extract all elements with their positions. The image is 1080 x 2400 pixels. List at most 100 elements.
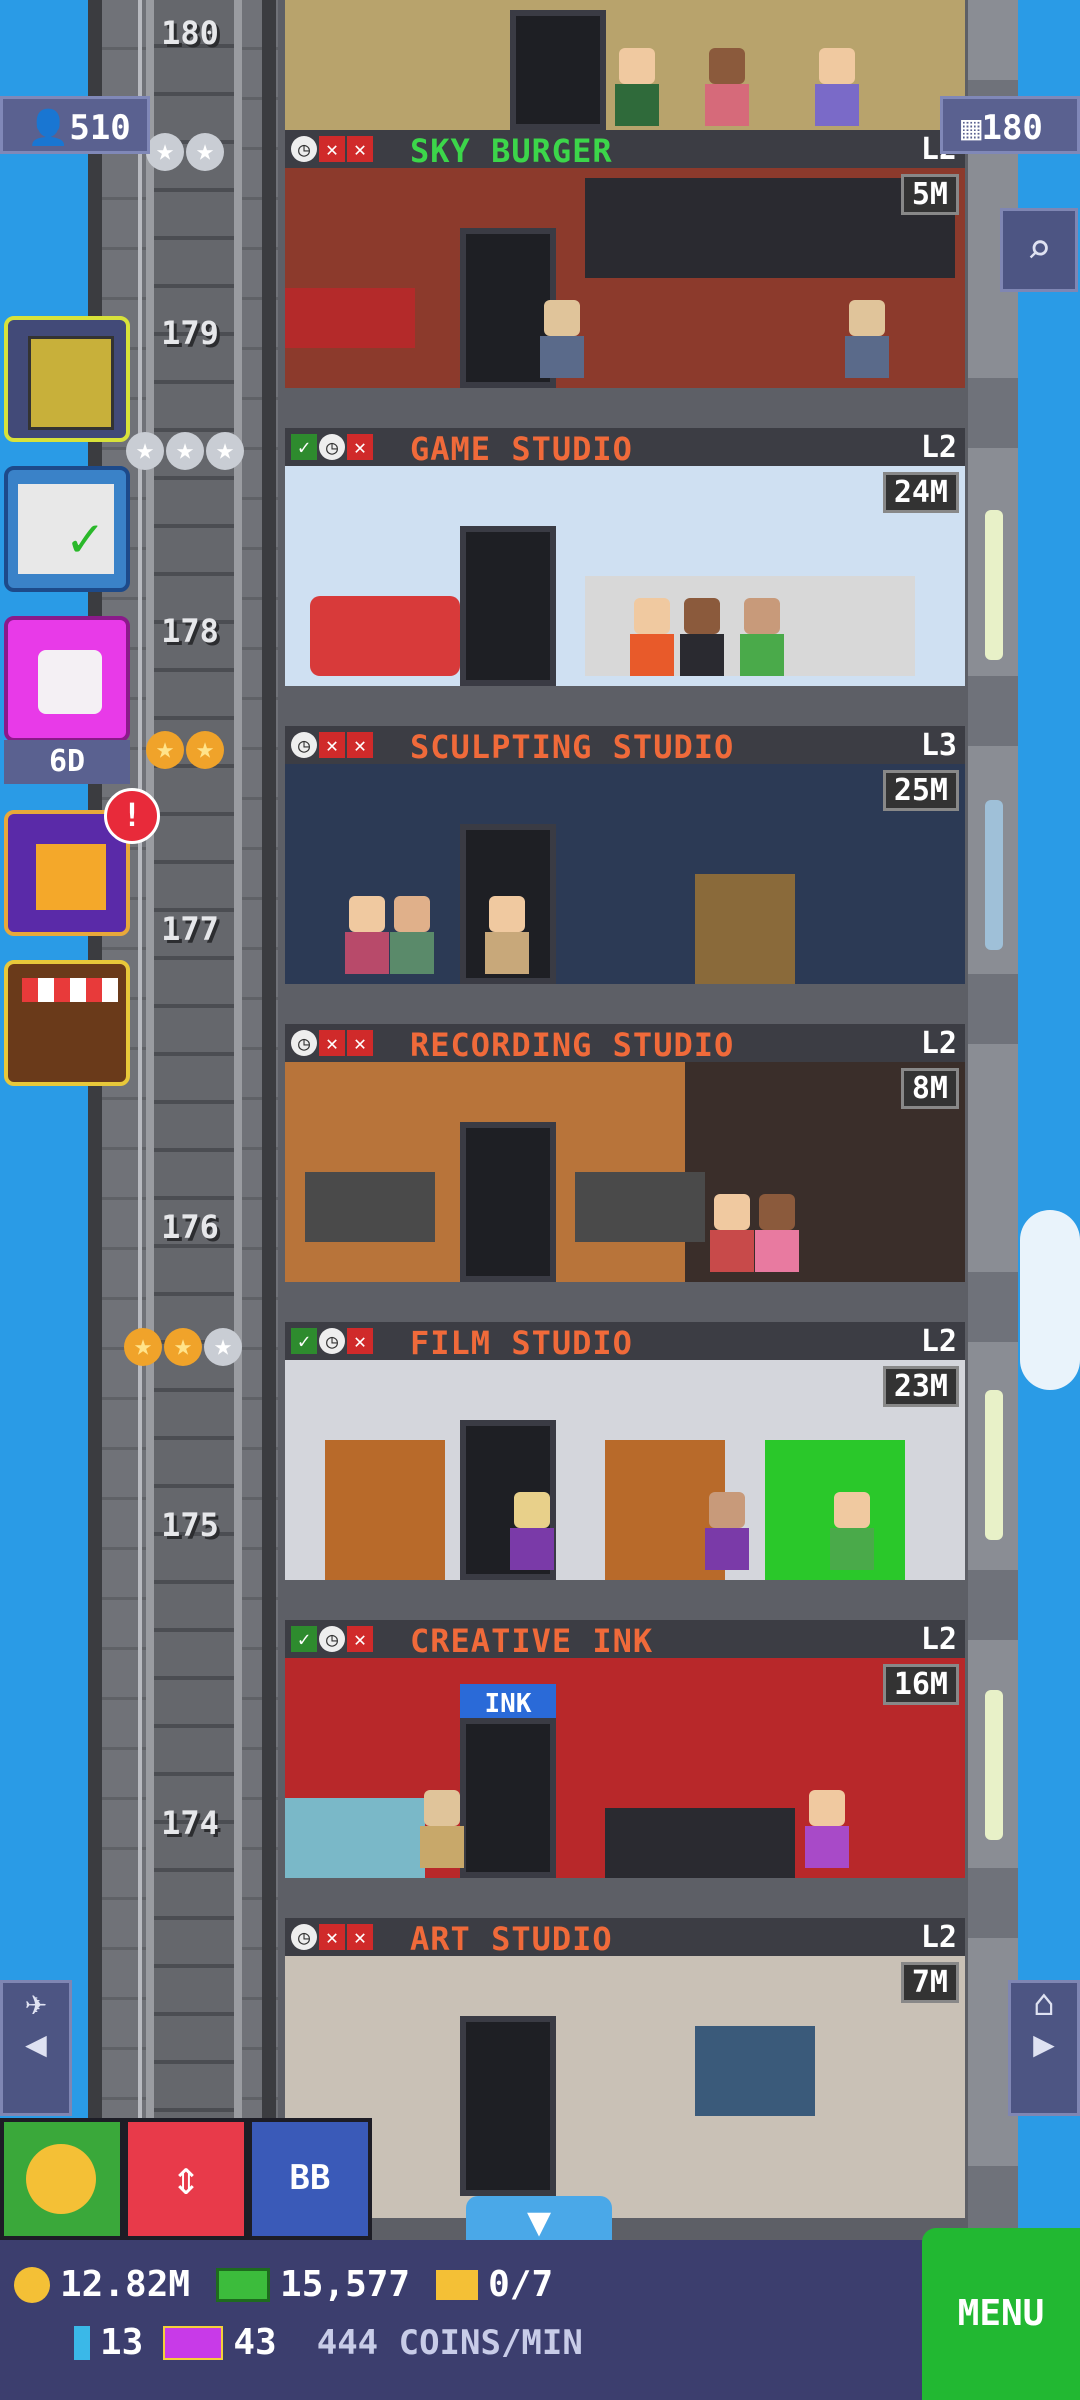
clock-icon: ◷ — [291, 1924, 317, 1950]
floor-number: 174 — [161, 1804, 219, 1842]
arrow-left-icon: ◀ — [25, 2024, 47, 2065]
check-icon: ✓ — [291, 1328, 317, 1354]
x-icon: ✕ — [347, 732, 373, 758]
magnifier-icon: ⌕ — [1026, 224, 1052, 273]
floor-level: L2 — [920, 1026, 957, 1061]
floor-count-value: 180 — [981, 108, 1043, 148]
shop-awning-icon — [22, 978, 118, 1002]
floor-number: 179 — [161, 314, 219, 352]
floor-name: ART STUDIO — [410, 1920, 613, 1958]
floor-number: 177 — [161, 910, 219, 948]
x-icon: ✕ — [319, 732, 345, 758]
elevator-button[interactable]: ⇕ — [124, 2118, 248, 2240]
star-icon: ★ — [146, 133, 184, 171]
floor-price: 25M — [882, 770, 959, 811]
floor-name: SCULPTING STUDIO — [410, 728, 735, 766]
tower-right-wall — [968, 0, 1018, 2240]
floor-number: 180 — [161, 14, 219, 52]
dice-button[interactable] — [4, 616, 130, 742]
floor-sky-burger[interactable]: ◷ ✕ ✕ SKY BURGER L2 5M — [285, 130, 965, 388]
floor-sculpting-studio[interactable]: ◷ ✕ ✕ SCULPTING STUDIO L3 25M — [285, 726, 965, 984]
floor-name: SKY BURGER — [410, 132, 613, 170]
floor-recording-studio[interactable]: ◷ ✕ ✕ RECORDING STUDIO L2 8M — [285, 1024, 965, 1282]
floor-creative-ink[interactable]: ✓ ◷ ✕ CREATIVE INK L2 INK 16M — [285, 1620, 965, 1878]
floor-180[interactable] — [285, 0, 965, 130]
star-icon: ★ — [206, 432, 244, 470]
floor-price: 5M — [900, 174, 959, 215]
key-icon — [74, 2325, 90, 2360]
star-icon: ★ — [186, 731, 224, 769]
coins-value: 12.82M — [60, 2264, 191, 2305]
x-icon: ✕ — [347, 136, 373, 162]
alert-badge-icon: ! — [104, 788, 160, 844]
clock-icon: ◷ — [319, 434, 345, 460]
coin-rate: 444 COINS/MIN — [316, 2322, 583, 2363]
floor-number: 176 — [161, 1208, 219, 1246]
keys-value: 13 — [100, 2322, 144, 2363]
gift-icon — [36, 844, 106, 910]
star-icon: ★ — [146, 731, 184, 769]
coins-icon — [26, 2144, 96, 2214]
floor-art-studio[interactable]: ◷ ✕ ✕ ART STUDIO L2 7M — [285, 1918, 965, 2218]
floor-price: 7M — [900, 1962, 959, 2003]
population-value: 510 — [69, 108, 131, 148]
x-icon: ✕ — [319, 1030, 345, 1056]
clock-icon: ◷ — [291, 732, 317, 758]
previous-building-button[interactable]: ✈ ◀ — [0, 1980, 72, 2116]
check-icon: ✓ — [291, 434, 317, 460]
star-icon: ★ — [204, 1328, 242, 1366]
dice-timer: 6D — [4, 740, 130, 784]
search-button[interactable]: ⌕ — [1000, 208, 1078, 292]
floor-price: 23M — [882, 1366, 959, 1407]
home-icon: ⌂ — [1033, 1983, 1055, 2024]
star-icon: ★ — [166, 432, 204, 470]
x-icon: ✕ — [347, 1328, 373, 1354]
star-icon: ★ — [186, 133, 224, 171]
floor-level: L2 — [920, 1622, 957, 1657]
x-icon: ✕ — [347, 1924, 373, 1950]
floor-stars: ★ ★ ★ — [124, 1328, 242, 1366]
clock-icon: ◷ — [319, 1328, 345, 1354]
golden-ticket-icon — [163, 2325, 224, 2360]
dice-icon — [38, 650, 102, 714]
chevron-down-icon: ▼ — [526, 2199, 552, 2245]
floor-name: GAME STUDIO — [410, 430, 633, 468]
floor-stars: ★ ★ — [146, 133, 224, 171]
floor-price: 24M — [882, 472, 959, 513]
x-icon: ✕ — [347, 1626, 373, 1652]
floor-level: L3 — [920, 728, 957, 763]
floor-count-stat[interactable]: ▦180 — [940, 96, 1080, 154]
shop-button[interactable] — [4, 960, 130, 1086]
arrow-right-icon: ▶ — [1033, 2024, 1055, 2065]
building-icon: ▦ — [961, 108, 982, 148]
star-icon: ★ — [124, 1328, 162, 1366]
bitbook-button[interactable]: BB — [248, 2118, 372, 2240]
bux-value: 15,577 — [280, 2264, 411, 2305]
bb-label: BB — [289, 2158, 331, 2198]
plane-icon: ✈ — [25, 1983, 47, 2024]
x-icon: ✕ — [319, 136, 345, 162]
clock-icon: ◷ — [319, 1626, 345, 1652]
clock-icon: ◷ — [291, 1030, 317, 1056]
floor-number: 175 — [161, 1506, 219, 1544]
menu-button[interactable]: MENU — [922, 2228, 1080, 2400]
floor-game-studio[interactable]: ✓ ◷ ✕ GAME STUDIO L2 24M — [285, 428, 965, 686]
coin-icon — [14, 2266, 50, 2303]
population-stat[interactable]: 👤510 — [0, 96, 150, 154]
next-building-button[interactable]: ⌂ ▶ — [1008, 1980, 1080, 2116]
building-overview-button[interactable] — [4, 316, 130, 442]
missions-button[interactable]: ✓ — [4, 466, 130, 592]
floor-name: FILM STUDIO — [410, 1324, 633, 1362]
x-icon: ✕ — [347, 434, 373, 460]
floor-name: RECORDING STUDIO — [410, 1026, 735, 1064]
coins-button[interactable] — [0, 2118, 124, 2240]
bux-icon — [216, 2267, 271, 2302]
floor-level: L2 — [920, 430, 957, 465]
building-icon — [28, 336, 114, 430]
x-icon: ✕ — [347, 1030, 373, 1056]
floor-film-studio[interactable]: ✓ ◷ ✕ FILM STUDIO L2 23M — [285, 1322, 965, 1580]
x-icon: ✕ — [319, 1924, 345, 1950]
floor-stars: ★ ★ ★ — [126, 432, 244, 470]
star-icon: ★ — [164, 1328, 202, 1366]
floor-price: 16M — [882, 1664, 959, 1705]
